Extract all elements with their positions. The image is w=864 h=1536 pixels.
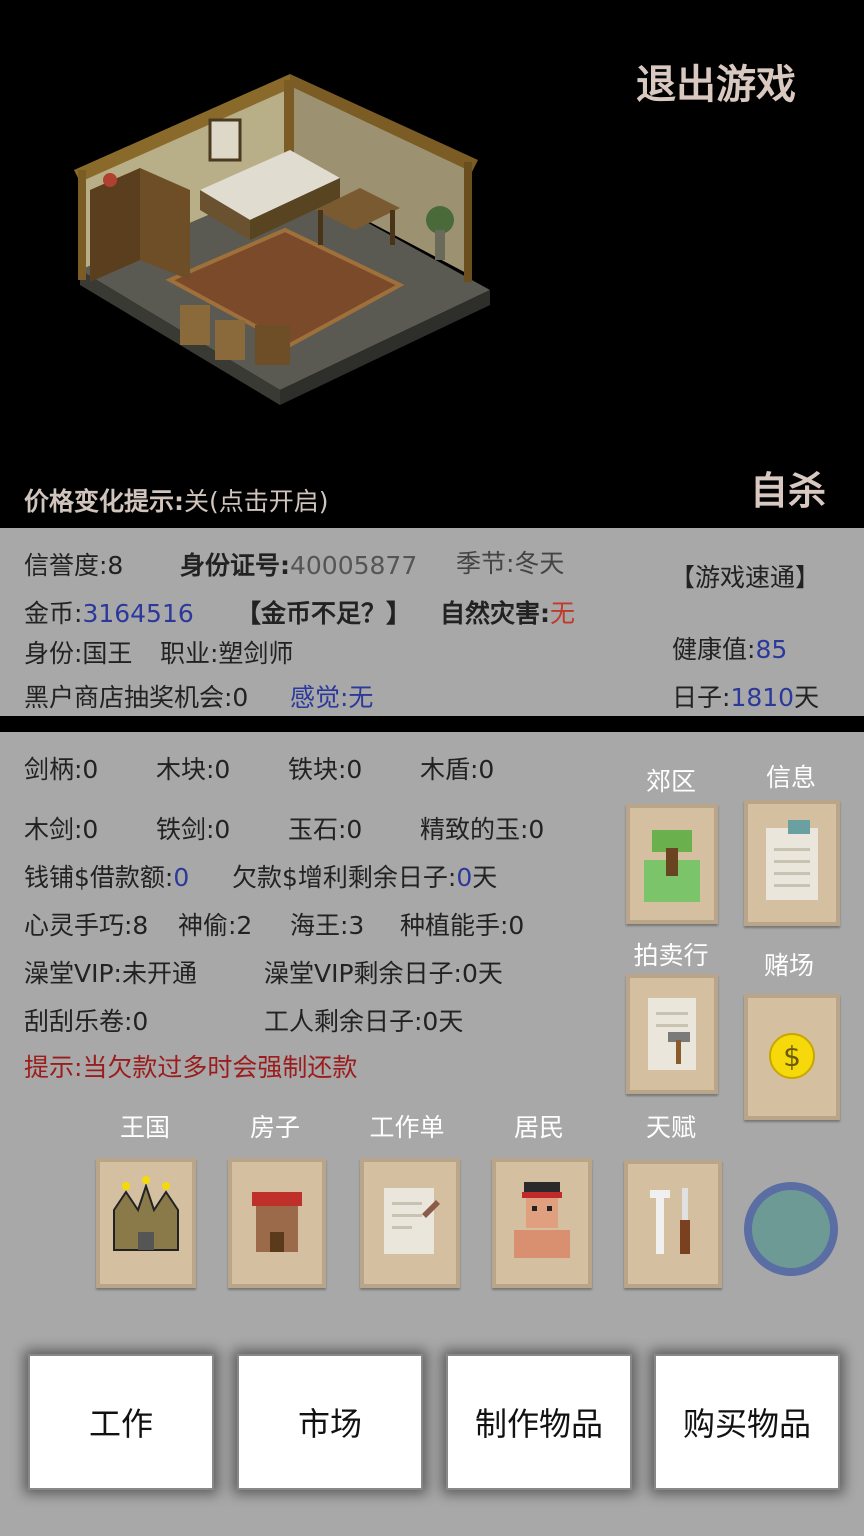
svg-text:$: $ (783, 1040, 801, 1073)
gold-value: 3164516 (82, 599, 194, 628)
skill-thief: 神偷:2 (178, 911, 253, 940)
circle-toggle-button[interactable] (744, 1182, 838, 1276)
disaster-value: 无 (550, 599, 576, 628)
gavel-icon (648, 998, 696, 1070)
identity-stat: 身份:国王 (24, 639, 133, 668)
item-wood-shield: 木盾:0 (420, 755, 495, 784)
days-value: 1810 (730, 683, 795, 712)
worksheet-tile[interactable] (360, 1158, 460, 1288)
gold-stat: 金币:3164516 (24, 594, 194, 630)
loan-stat: 钱铺$借款额:0 (24, 858, 189, 894)
item-iron-block: 铁块:0 (288, 755, 363, 784)
debt-label: 欠款$增利剩余日子: (232, 863, 457, 892)
days-unit: 天 (794, 683, 820, 712)
panel-divider (0, 716, 864, 732)
id-value: 40005877 (290, 551, 418, 580)
loan-label: 钱铺$借款额: (24, 863, 174, 892)
residents-tile[interactable] (492, 1158, 592, 1288)
debt-stat: 欠款$增利剩余日子:0天 (232, 858, 497, 894)
skill-dexterity: 心灵手巧:8 (24, 911, 149, 940)
days-stat: 日子:1810天 (672, 678, 819, 714)
pen-paper-icon (384, 1188, 440, 1254)
castle-icon (113, 1176, 179, 1251)
season-stat: 季节:冬天 (456, 549, 565, 578)
house-label: 房子 (249, 1113, 300, 1142)
room-illustration (74, 74, 490, 405)
tools-icon (650, 1188, 690, 1254)
scratch-tickets: 刮刮乐卷:0 (24, 1007, 149, 1036)
house-tile[interactable] (228, 1158, 326, 1288)
buy-items-button[interactable]: 购买物品 (654, 1354, 840, 1490)
worksheet-label: 工作单 (369, 1113, 445, 1142)
feeling-stat: 感觉:无 (290, 683, 374, 712)
market-button[interactable]: 市场 (237, 1354, 423, 1490)
coin-icon: $ (769, 1033, 815, 1079)
item-iron-sword: 铁剑:0 (156, 815, 231, 844)
debt-hint: 提示:当欠款过多时会强制还款 (24, 1053, 358, 1082)
disaster-label: 自然灾害: (440, 599, 550, 628)
tree-icon (644, 830, 700, 902)
health-label: 健康值: (672, 635, 756, 664)
kingdom-tile[interactable] (96, 1158, 196, 1288)
job-stat: 职业:塑剑师 (160, 639, 294, 668)
suburb-tile[interactable] (626, 804, 718, 924)
item-fine-jade: 精致的玉:0 (420, 815, 545, 844)
stats-panel: 信誉度:8 身份证号:40005877 季节:冬天 【游戏速通】 金币:3164… (0, 528, 864, 716)
info-label: 信息 (765, 763, 816, 792)
item-sword-hilt: 剑柄:0 (24, 755, 99, 784)
id-number: 身份证号:40005877 (180, 546, 417, 582)
health-value: 85 (755, 635, 788, 664)
debt-value: 0 (456, 863, 473, 892)
days-label: 日子: (672, 683, 731, 712)
gold-label: 金币: (24, 599, 83, 628)
suicide-button[interactable]: 自杀 (750, 460, 826, 515)
talent-label: 天赋 (645, 1113, 696, 1142)
speedrun-button[interactable]: 【游戏速通】 (670, 558, 820, 594)
auction-label: 拍卖行 (633, 941, 709, 970)
price-change-toggle[interactable]: 价格变化提示:关(点击开启) (24, 482, 329, 518)
skill-planter: 种植能手:0 (400, 911, 525, 940)
health-stat: 健康值:85 (672, 630, 787, 666)
casino-label: 赌场 (763, 951, 814, 980)
debt-unit: 天 (472, 863, 498, 892)
price-tip-value: 关(点击开启) (184, 487, 329, 516)
bath-vip-days: 澡堂VIP剩余日子:0天 (264, 959, 503, 988)
item-wood-sword: 木剑:0 (24, 815, 99, 844)
kingdom-label: 王国 (119, 1113, 170, 1142)
item-wood-block: 木块:0 (156, 755, 231, 784)
bath-vip-status: 澡堂VIP:未开通 (24, 959, 197, 988)
exit-game-button[interactable]: 退出游戏 (636, 52, 796, 110)
house-icon (252, 1192, 302, 1252)
residents-label: 居民 (513, 1113, 564, 1142)
resident-icon (514, 1182, 570, 1258)
auction-tile[interactable] (626, 974, 718, 1094)
work-button[interactable]: 工作 (28, 1354, 214, 1490)
item-jade: 玉石:0 (288, 815, 363, 844)
price-tip-label: 价格变化提示: (24, 487, 184, 516)
talent-tile[interactable] (624, 1160, 722, 1288)
blackshop-stat: 黑户商店抽奖机会:0 (24, 683, 249, 712)
loan-value: 0 (173, 863, 190, 892)
info-tile[interactable] (744, 800, 840, 926)
craft-items-button[interactable]: 制作物品 (446, 1354, 632, 1490)
suburb-label: 郊区 (645, 767, 696, 796)
disaster-stat: 自然灾害:无 (440, 594, 575, 630)
credit-stat: 信誉度:8 (24, 551, 124, 580)
document-icon (766, 820, 818, 900)
id-label: 身份证号: (180, 551, 290, 580)
worker-days: 工人剩余日子:0天 (264, 1007, 464, 1036)
gold-short-button[interactable]: 【金币不足？】 (236, 594, 411, 630)
casino-tile[interactable]: $ (744, 994, 840, 1120)
skill-sea-king: 海王:3 (290, 911, 365, 940)
